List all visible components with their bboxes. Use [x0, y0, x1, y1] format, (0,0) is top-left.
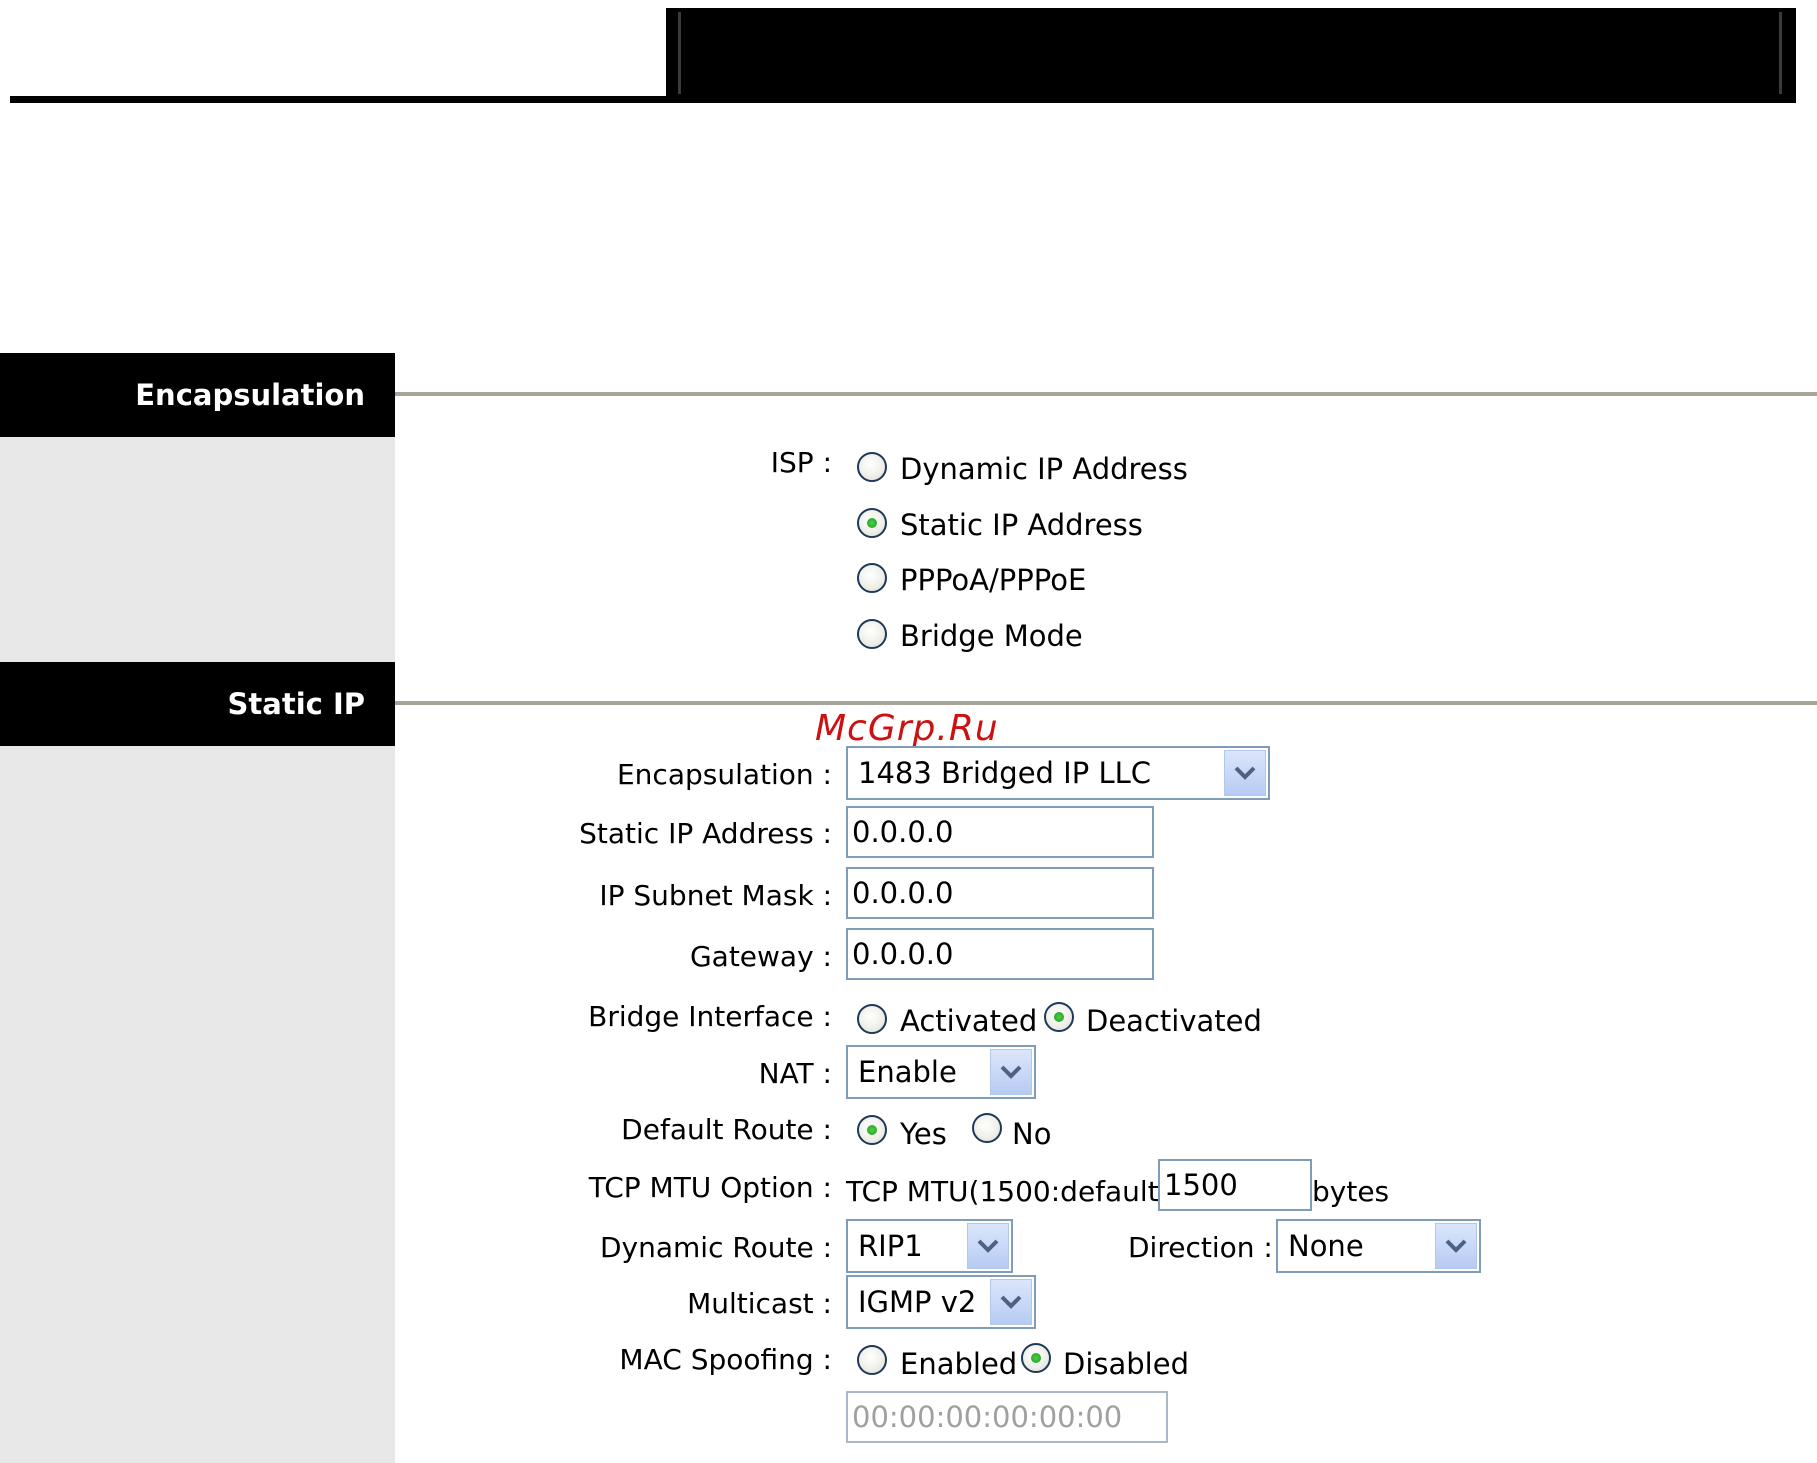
isp-radio-dynamic-ip[interactable]	[857, 452, 887, 482]
dynamic-route-select-value: RIP1	[858, 1229, 923, 1263]
tcp-mtu-suffix: bytes	[1312, 1175, 1390, 1208]
tcp-mtu-prefix: TCP MTU(1500:default)	[846, 1175, 1170, 1208]
nat-select[interactable]: Enable	[846, 1045, 1036, 1099]
watermark: McGrp.Ru	[815, 708, 999, 749]
header-rule	[10, 96, 670, 103]
header-banner	[666, 8, 1796, 103]
mac-spoofing-radio-disabled[interactable]	[1021, 1343, 1051, 1373]
encapsulation-section-heading: Encapsulation	[0, 353, 395, 437]
chevron-down-icon[interactable]	[1435, 1223, 1477, 1269]
default-route-radio-no[interactable]	[972, 1113, 1002, 1143]
mac-spoofing-option-label: Enabled	[900, 1347, 1018, 1381]
isp-option-label: PPPoA/PPPoE	[900, 563, 1087, 597]
chevron-down-icon[interactable]	[990, 1279, 1032, 1325]
multicast-label: Multicast :	[687, 1287, 832, 1320]
isp-radio-bridge-mode[interactable]	[857, 619, 887, 649]
bridge-interface-option-label: Deactivated	[1086, 1004, 1262, 1038]
static-ip-section-heading: Static IP	[0, 662, 395, 746]
gateway-input[interactable]: 0.0.0.0	[846, 928, 1154, 980]
bridge-interface-radio-deactivated[interactable]	[1044, 1002, 1074, 1032]
isp-label: ISP :	[770, 446, 832, 479]
encapsulation-select[interactable]: 1483 Bridged IP LLC	[846, 746, 1270, 800]
bridge-interface-radio-activated[interactable]	[857, 1004, 887, 1034]
direction-select-value: None	[1288, 1229, 1364, 1263]
mac-spoofing-radio-enabled[interactable]	[857, 1345, 887, 1375]
tcp-mtu-input[interactable]: 1500	[1158, 1159, 1312, 1211]
sidebar	[0, 353, 395, 1463]
ip-subnet-mask-input[interactable]: 0.0.0.0	[846, 867, 1154, 919]
nat-label: NAT :	[758, 1057, 832, 1090]
mac-spoofing-option-label: Disabled	[1063, 1347, 1189, 1381]
header-divider-left	[678, 12, 681, 94]
bridge-interface-label: Bridge Interface :	[588, 1000, 832, 1033]
default-route-option-label: Yes	[900, 1117, 947, 1151]
direction-label: Direction :	[1128, 1231, 1273, 1264]
direction-select[interactable]: None	[1276, 1219, 1481, 1273]
mac-address-input[interactable]: 00:00:00:00:00:00	[846, 1391, 1168, 1443]
default-route-label: Default Route :	[621, 1113, 832, 1146]
chevron-down-icon[interactable]	[990, 1049, 1032, 1095]
isp-option-label: Dynamic IP Address	[900, 452, 1188, 486]
isp-option-label: Bridge Mode	[900, 619, 1083, 653]
chevron-down-icon[interactable]	[967, 1223, 1009, 1269]
dynamic-route-label: Dynamic Route :	[600, 1231, 832, 1264]
multicast-select-value: IGMP v2	[858, 1285, 977, 1319]
default-route-radio-yes[interactable]	[857, 1115, 887, 1145]
static-ip-address-label: Static IP Address :	[579, 817, 832, 850]
dynamic-route-select[interactable]: RIP1	[846, 1219, 1013, 1273]
ip-subnet-mask-label: IP Subnet Mask :	[599, 879, 832, 912]
chevron-down-icon[interactable]	[1224, 750, 1266, 796]
multicast-select[interactable]: IGMP v2	[846, 1275, 1036, 1329]
isp-radio-pppoa-pppoe[interactable]	[857, 563, 887, 593]
gateway-label: Gateway :	[689, 940, 832, 973]
header-divider-right	[1779, 12, 1782, 94]
mac-spoofing-label: MAC Spoofing :	[619, 1343, 832, 1376]
encapsulation-label: Encapsulation :	[616, 758, 832, 791]
encapsulation-select-value: 1483 Bridged IP LLC	[858, 756, 1152, 790]
tcp-mtu-option-label: TCP MTU Option :	[588, 1171, 832, 1204]
encapsulation-section-rule	[395, 392, 1817, 396]
static-ip-address-input[interactable]: 0.0.0.0	[846, 806, 1154, 858]
static-ip-section-rule	[395, 701, 1817, 705]
isp-option-label: Static IP Address	[900, 508, 1143, 542]
bridge-interface-option-label: Activated	[900, 1004, 1038, 1038]
default-route-option-label: No	[1012, 1117, 1052, 1151]
nat-select-value: Enable	[858, 1055, 957, 1089]
isp-radio-static-ip[interactable]	[857, 508, 887, 538]
